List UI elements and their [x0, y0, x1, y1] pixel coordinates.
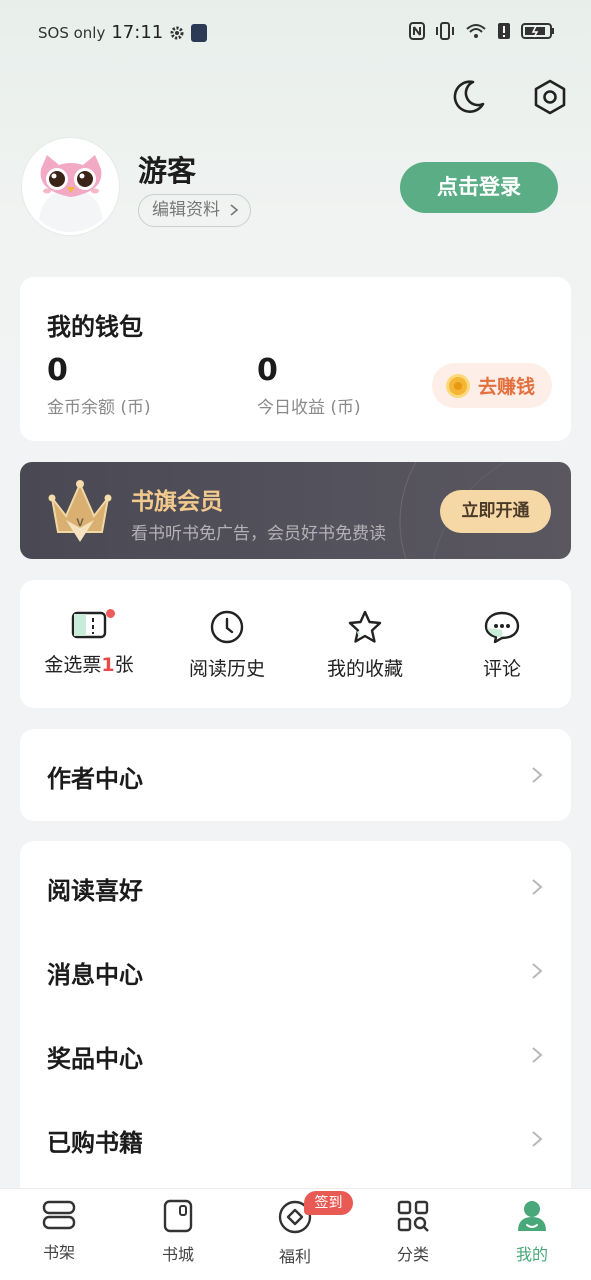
- reading-history-label: 阅读历史: [188, 658, 265, 680]
- menu-item-message-center[interactable]: 消息中心: [20, 925, 571, 1009]
- vote-ticket-label: 金选票1张: [20, 650, 158, 677]
- vibrate-icon: [436, 22, 454, 40]
- menu-item-label: 消息中心: [47, 961, 143, 989]
- clock-icon: [210, 610, 244, 644]
- wallet-card: 我的钱包 0 金币余额 (币) 0 今日收益 (币) 去赚钱: [20, 277, 571, 441]
- settings-icon[interactable]: [531, 78, 569, 116]
- battery-icon: [521, 23, 554, 39]
- menu-item-prize-center[interactable]: 奖品中心: [20, 1009, 571, 1093]
- author-center-row[interactable]: 作者中心: [20, 729, 571, 821]
- app-notification-icon: [191, 23, 208, 42]
- nav-label: 我的: [515, 1245, 548, 1264]
- chevron-right-icon: [532, 1047, 543, 1063]
- nav-label: 分类: [396, 1245, 429, 1264]
- nav-category[interactable]: 分类: [373, 1199, 453, 1265]
- favorites-label: 我的收藏: [326, 658, 403, 680]
- menu-item-label: 已购书籍: [47, 1129, 143, 1157]
- bottom-nav: 书架 书城 福利 分类 我的: [0, 1188, 591, 1280]
- author-center-label: 作者中心: [47, 765, 143, 793]
- carrier-text: SOS only: [38, 23, 106, 42]
- vip-title: 书旗会员: [131, 489, 223, 515]
- reading-history-item[interactable]: 阅读历史: [158, 610, 296, 681]
- ticket-icon: [71, 611, 107, 639]
- vote-ticket-item[interactable]: 金选票1张: [20, 610, 158, 677]
- nav-label: 福利: [278, 1247, 311, 1266]
- nav-label: 书架: [42, 1243, 75, 1262]
- nfc-icon: [409, 22, 425, 40]
- star-icon: [348, 610, 382, 643]
- earn-money-label: 去赚钱: [478, 376, 536, 398]
- vip-banner[interactable]: V 书旗会员 看书听书免广告，会员好书免费读 立即开通: [20, 462, 571, 559]
- menu-item-label: 奖品中心: [47, 1045, 143, 1073]
- svg-text:V: V: [76, 517, 84, 529]
- vote-ticket-suffix: 张: [114, 654, 134, 676]
- today-earnings-label: 今日收益 (币): [257, 398, 361, 418]
- gear-icon: [170, 26, 184, 39]
- chevron-right-icon: [532, 1131, 543, 1147]
- chevron-right-icon: [532, 879, 543, 895]
- coin-balance-label: 金币余额 (币): [47, 398, 151, 418]
- login-button[interactable]: 点击登录: [400, 162, 558, 213]
- alert-icon: [498, 23, 510, 39]
- wallet-title: 我的钱包: [47, 313, 143, 341]
- grid-search-icon: [397, 1200, 429, 1232]
- nav-bookshelf[interactable]: 书架: [19, 1199, 99, 1263]
- menu-item-reading-preferences[interactable]: 阅读喜好: [20, 841, 571, 925]
- vote-ticket-prefix: 金选票: [44, 654, 102, 676]
- night-mode-icon[interactable]: [449, 78, 487, 116]
- earn-money-button[interactable]: 去赚钱: [432, 363, 552, 408]
- nav-bookstore[interactable]: 书城: [138, 1199, 218, 1265]
- favorites-item[interactable]: 我的收藏: [296, 610, 434, 681]
- comment-icon: [484, 611, 520, 644]
- bookshelf-icon: [42, 1200, 76, 1230]
- edit-profile-button[interactable]: 编辑资料: [138, 194, 251, 227]
- edit-profile-label: 编辑资料: [152, 200, 220, 220]
- user-icon: [518, 1201, 546, 1231]
- crown-icon: V: [48, 480, 112, 542]
- sign-in-badge: 签到: [304, 1191, 353, 1215]
- owl-avatar-icon: [25, 141, 116, 232]
- nav-mine[interactable]: 我的: [492, 1199, 572, 1265]
- settings-menu-card: 阅读喜好 消息中心 奖品中心 已购书籍: [20, 841, 571, 1201]
- avatar[interactable]: [22, 138, 119, 235]
- bookstore-icon: [163, 1199, 193, 1233]
- comments-item[interactable]: 评论: [433, 610, 571, 681]
- vip-activate-button[interactable]: 立即开通: [440, 490, 551, 533]
- vote-ticket-count: 1: [101, 654, 115, 676]
- notification-dot: [106, 609, 115, 618]
- today-earnings-value[interactable]: 0: [257, 353, 278, 388]
- menu-item-label: 阅读喜好: [47, 877, 143, 905]
- chevron-right-icon: [230, 204, 239, 216]
- comments-label: 评论: [482, 658, 521, 680]
- wifi-icon: [466, 24, 486, 38]
- chevron-right-icon: [532, 767, 543, 783]
- coin-balance-value[interactable]: 0: [47, 353, 68, 388]
- menu-item-purchased-books[interactable]: 已购书籍: [20, 1093, 571, 1177]
- username: 游客: [138, 154, 197, 188]
- coin-icon: [446, 373, 470, 398]
- status-bar: SOS only 17:11: [0, 0, 591, 66]
- chevron-right-icon: [532, 963, 543, 979]
- nav-label: 书城: [161, 1245, 194, 1264]
- quick-actions-card: 金选票1张 阅读历史 我的收藏 评论: [20, 580, 571, 708]
- vip-subtitle: 看书听书免广告，会员好书免费读: [131, 524, 386, 544]
- clock: 17:11: [111, 22, 164, 43]
